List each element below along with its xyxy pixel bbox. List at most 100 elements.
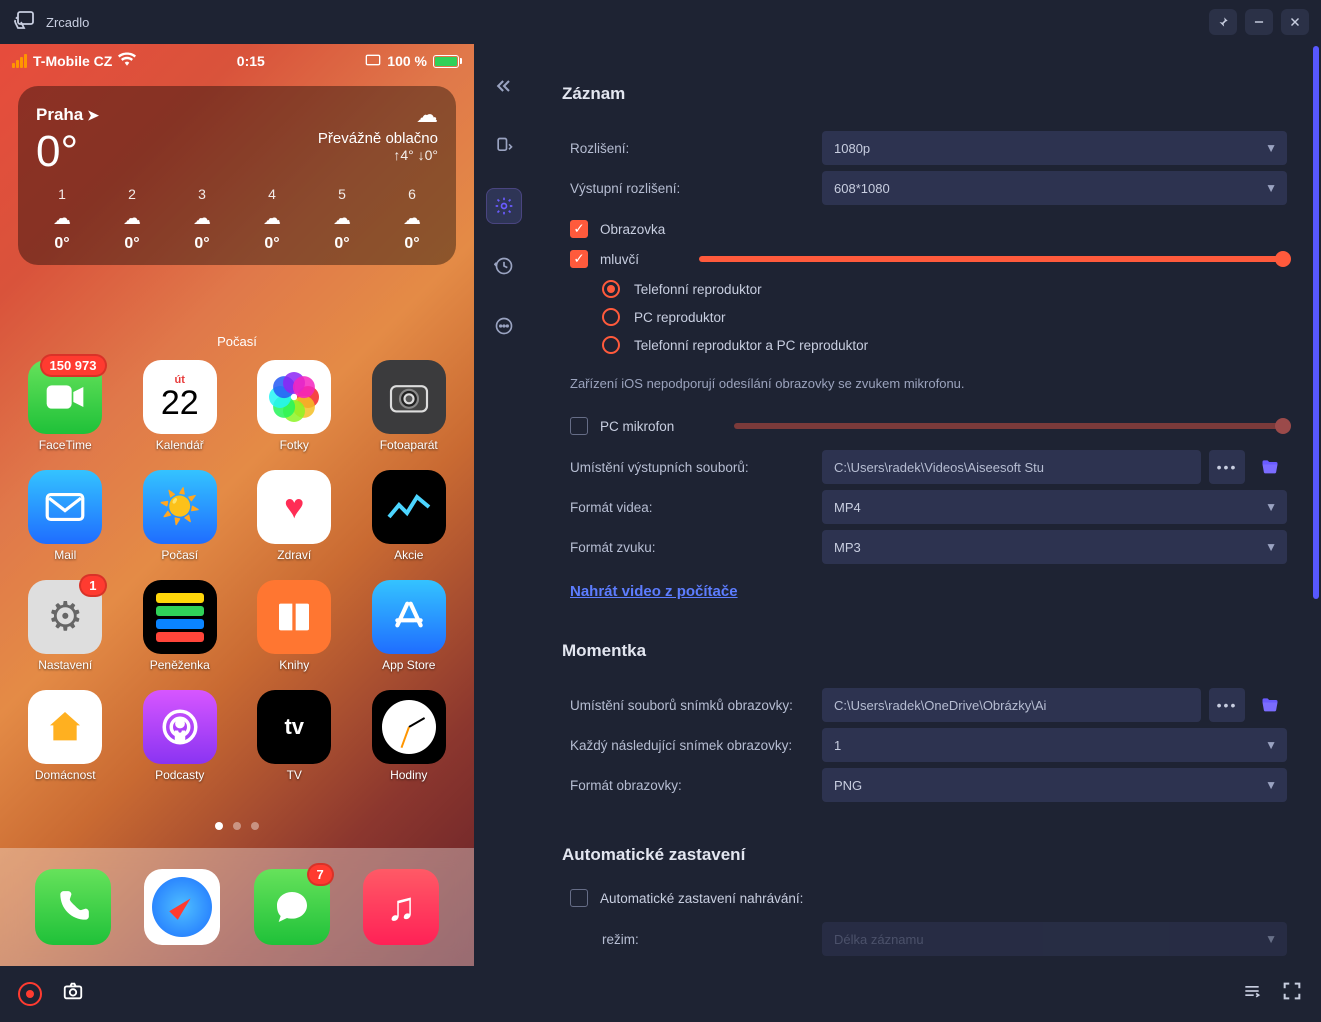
rotate-button[interactable]: [486, 128, 522, 164]
close-button[interactable]: [1281, 9, 1309, 35]
app-label: Knihy: [279, 658, 309, 672]
app-icon: [372, 690, 446, 764]
speaker-radio-phone[interactable]: [602, 280, 620, 298]
record-button[interactable]: [18, 982, 42, 1006]
output-location-more[interactable]: •••: [1209, 450, 1245, 484]
scrollbar[interactable]: [1313, 46, 1319, 599]
pc-mic-volume-slider[interactable]: [734, 423, 1287, 429]
app-peněženka[interactable]: Peněženka: [133, 580, 228, 672]
weather-hour: 4☁0°: [246, 186, 298, 253]
chevron-down-icon: ▼: [1265, 181, 1277, 195]
screen-label: Obrazovka: [600, 222, 665, 237]
app-domácnost[interactable]: Domácnost: [18, 690, 113, 782]
upload-video-link[interactable]: Nahrát video z počítače: [570, 583, 738, 600]
snapshot-interval-select[interactable]: 1▼: [822, 728, 1287, 762]
side-nav: [474, 44, 534, 966]
section-snapshot-title: Momentka: [562, 641, 1287, 661]
dock-app[interactable]: ♫: [363, 869, 439, 945]
history-button[interactable]: [486, 248, 522, 284]
resolution-select[interactable]: 1080p▼: [822, 131, 1287, 165]
snapshot-format-select[interactable]: PNG▼: [822, 768, 1287, 802]
screen-checkbox[interactable]: ✓: [570, 220, 588, 238]
output-location-browse[interactable]: [1253, 450, 1287, 484]
chevron-down-icon: ▼: [1265, 500, 1277, 514]
app-app store[interactable]: App Store: [362, 580, 457, 672]
app-akcie[interactable]: Akcie: [362, 470, 457, 562]
app-icon: [372, 580, 446, 654]
app-fotoaparát[interactable]: Fotoaparát: [362, 360, 457, 452]
output-resolution-label: Výstupní rozlišení:: [562, 181, 822, 196]
app-podcasty[interactable]: Podcasty: [133, 690, 228, 782]
fullscreen-button[interactable]: [1281, 980, 1303, 1008]
autostop-checkbox[interactable]: [570, 889, 588, 907]
settings-button[interactable]: [486, 188, 522, 224]
snapshot-button[interactable]: [60, 980, 86, 1008]
pc-mic-checkbox[interactable]: [570, 417, 588, 435]
snapshot-location-more[interactable]: •••: [1209, 688, 1245, 722]
speaker-radio-pc-label: PC reproduktor: [634, 310, 726, 325]
app-icon: [28, 690, 102, 764]
app-icon: út22: [143, 360, 217, 434]
speaker-radio-both[interactable]: [602, 336, 620, 354]
app-mail[interactable]: Mail: [18, 470, 113, 562]
autostop-mode-select: Délka záznamu▼: [822, 922, 1287, 956]
dock-app[interactable]: [35, 869, 111, 945]
app-facetime[interactable]: FaceTime150 973: [18, 360, 113, 452]
app-tv[interactable]: tvTV: [247, 690, 342, 782]
app-label: Kalendář: [156, 438, 204, 452]
snapshot-format-label: Formát obrazovky:: [562, 778, 822, 793]
app-zdraví[interactable]: ♥Zdraví: [247, 470, 342, 562]
chevron-down-icon: ▼: [1265, 540, 1277, 554]
chevron-down-icon: ▼: [1265, 141, 1277, 155]
weather-hour: 3☁0°: [176, 186, 228, 253]
app-label: FaceTime: [39, 438, 92, 452]
page-indicator[interactable]: [0, 822, 474, 830]
weather-city: Praha: [36, 105, 83, 125]
app-icon: [257, 580, 331, 654]
app-icon: [257, 360, 331, 434]
snapshot-location-browse[interactable]: [1253, 688, 1287, 722]
app-label: Hodiny: [390, 768, 427, 782]
more-button[interactable]: [486, 308, 522, 344]
weather-widget-label: Počasí: [0, 334, 474, 349]
app-label: Nastavení: [38, 658, 92, 672]
phone-time: 0:15: [237, 53, 265, 69]
speaker-volume-slider[interactable]: [699, 256, 1287, 262]
weather-widget[interactable]: Praha ➤ ☁ 0° Převážně oblačno ↑4° ↓0° 1☁…: [18, 86, 456, 265]
app-počasí[interactable]: ☀️Počasí: [133, 470, 228, 562]
app-badge: 1: [79, 574, 106, 597]
output-location-input[interactable]: C:\Users\radek\Videos\Aiseesoft Stu: [822, 450, 1201, 484]
snapshot-location-input[interactable]: C:\Users\radek\OneDrive\Obrázky\Ai: [822, 688, 1201, 722]
speaker-radio-pc[interactable]: [602, 308, 620, 326]
snapshot-location-label: Umístění souborů snímků obrazovky:: [562, 698, 822, 713]
app-fotky[interactable]: Fotky: [247, 360, 342, 452]
weather-hour: 5☁0°: [316, 186, 368, 253]
collapse-button[interactable]: [486, 68, 522, 104]
app-label: Zdraví: [277, 548, 311, 562]
device-mirror-panel: T-Mobile CZ 0:15 100 % Praha ➤ ☁ 0° Přev…: [0, 44, 474, 966]
app-icon: [143, 690, 217, 764]
phone-dock: 7♫: [0, 848, 474, 966]
minimize-button[interactable]: [1245, 9, 1273, 35]
audio-format-select[interactable]: MP3▼: [822, 530, 1287, 564]
app-icon: [28, 470, 102, 544]
app-kalendář[interactable]: út22 Kalendář: [133, 360, 228, 452]
dock-app[interactable]: [144, 869, 220, 945]
dock-app[interactable]: 7: [254, 869, 330, 945]
video-format-select[interactable]: MP4▼: [822, 490, 1287, 524]
app-label: App Store: [382, 658, 435, 672]
video-format-label: Formát videa:: [562, 500, 822, 515]
app-badge: 150 973: [40, 354, 107, 377]
list-button[interactable]: [1241, 981, 1263, 1007]
app-icon: tv: [257, 690, 331, 764]
app-knihy[interactable]: Knihy: [247, 580, 342, 672]
app-nastavení[interactable]: ⚙Nastavení1: [18, 580, 113, 672]
weather-condition: Převážně oblačno: [318, 130, 438, 147]
speaker-checkbox[interactable]: ✓: [570, 250, 588, 268]
output-resolution-select[interactable]: 608*1080▼: [822, 171, 1287, 205]
autostop-mode-label: režim:: [562, 932, 822, 947]
weather-hi-lo: ↑4° ↓0°: [318, 147, 438, 163]
section-autostop-title: Automatické zastavení: [562, 845, 1287, 865]
pin-button[interactable]: [1209, 9, 1237, 35]
app-hodiny[interactable]: Hodiny: [362, 690, 457, 782]
